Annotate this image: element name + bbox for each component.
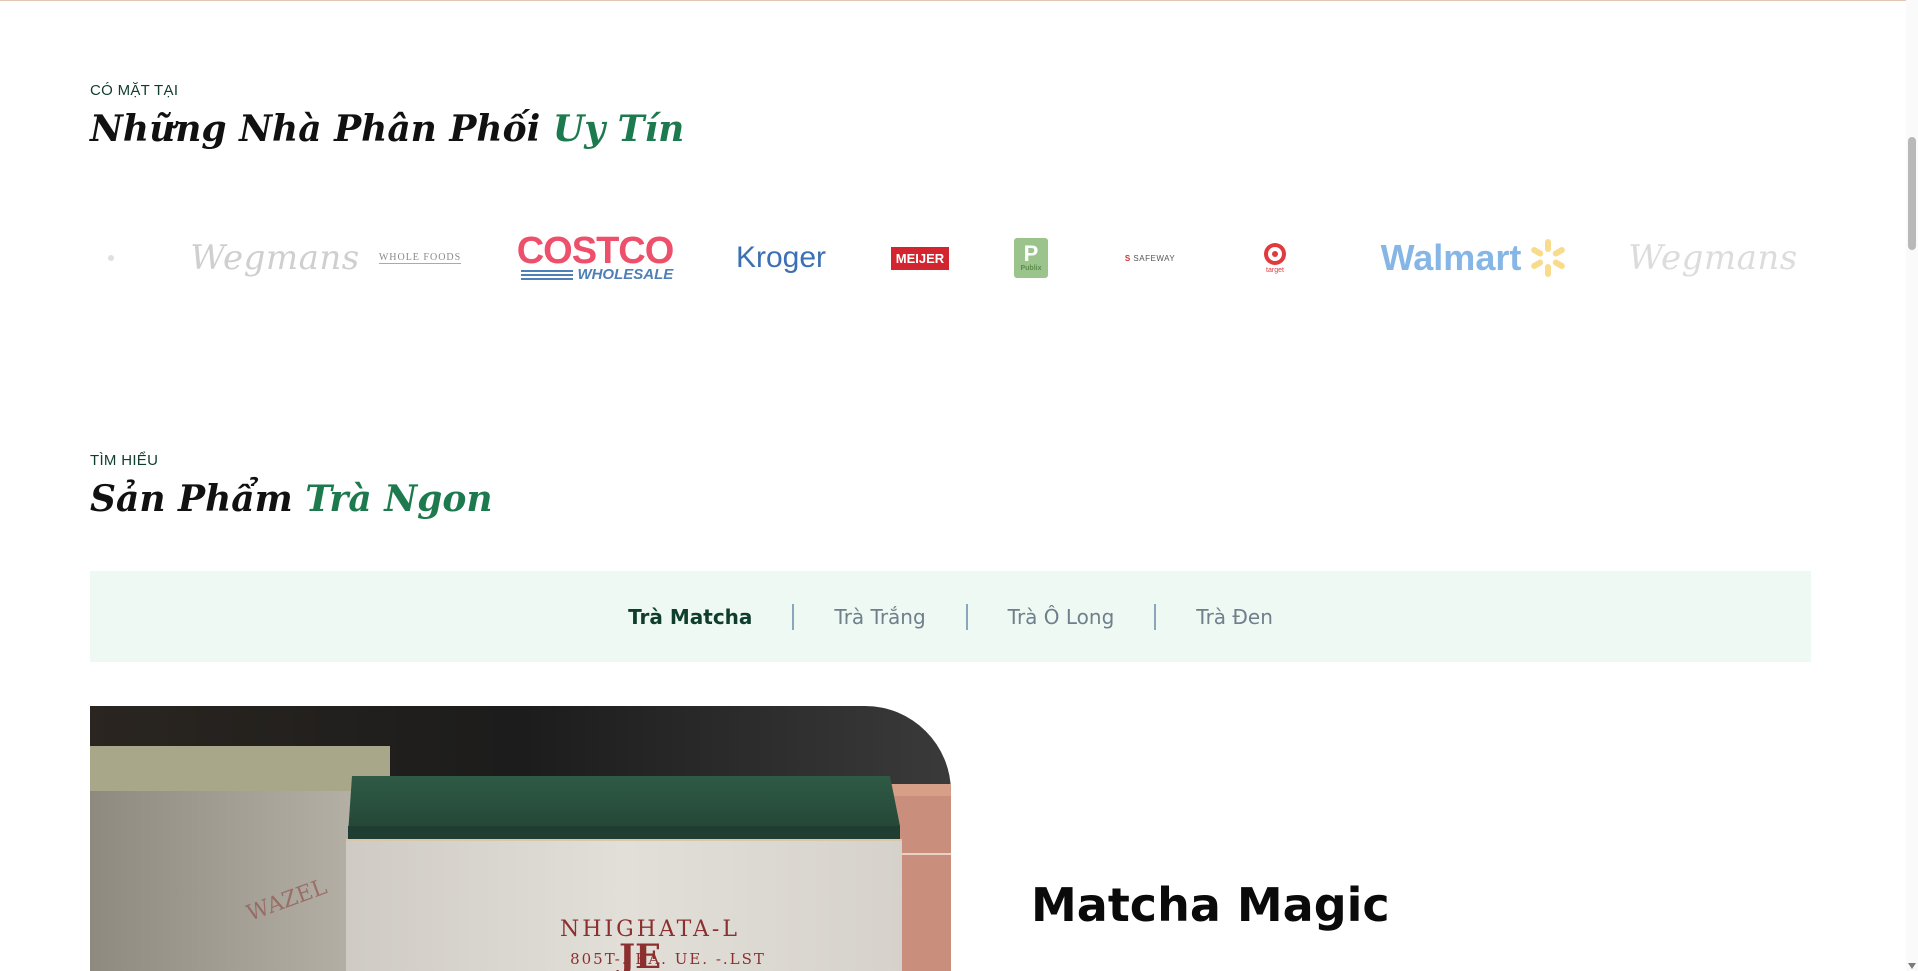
featured-product-title: Matcha Magic bbox=[1031, 878, 1390, 932]
distributors-heading: Những Nhà Phân Phối Uy Tín bbox=[90, 108, 684, 150]
distributors-heading-main: Những Nhà Phân Phối bbox=[90, 108, 541, 150]
kroger-wordmark: Kroger bbox=[735, 241, 827, 274]
logo-safeway[interactable]: S SAFEWAY bbox=[1120, 222, 1180, 294]
costco-logo: COSTCO WHOLESALE bbox=[516, 230, 675, 283]
target-logo: target bbox=[1264, 242, 1286, 274]
logo-meijer[interactable]: MEIJER bbox=[890, 222, 950, 294]
scrollbar-thumb[interactable] bbox=[1908, 137, 1916, 250]
logo-kroger[interactable]: Kroger bbox=[736, 222, 826, 294]
distributors-eyebrow: CÓ MẶT TẠI bbox=[90, 82, 179, 99]
safeway-s-icon: S bbox=[1124, 253, 1131, 263]
scroll-down-arrow-icon[interactable] bbox=[1908, 963, 1916, 969]
logo-publix[interactable]: P Publix bbox=[1011, 222, 1051, 294]
publix-letter: P bbox=[1023, 241, 1039, 266]
meijer-wordmark: MEIJER bbox=[890, 246, 950, 270]
product-photo: WAZEL NHIGHATA-L 805T-. EA. UE. -.LST JE bbox=[90, 706, 951, 971]
target-bullseye-icon bbox=[1264, 242, 1286, 265]
logo-wegmans[interactable]: Wegmans bbox=[190, 222, 359, 294]
products-heading: Sản Phẩm Trà Ngon bbox=[90, 478, 493, 520]
safeway-label: SAFEWAY bbox=[1133, 253, 1176, 263]
partial-logo-left bbox=[96, 222, 126, 294]
logo-walmart[interactable]: Walmart bbox=[1375, 222, 1575, 294]
partial-logo-mark bbox=[108, 255, 114, 261]
costco-stripes bbox=[521, 270, 574, 280]
wegmans-wordmark-repeat: Wegmans bbox=[1628, 238, 1798, 278]
tab-tra-den[interactable]: Trà Đen bbox=[1156, 605, 1313, 629]
logo-target[interactable]: target bbox=[1250, 222, 1300, 294]
products-heading-main: Sản Phẩm bbox=[90, 478, 293, 520]
publix-label: Publix bbox=[1020, 265, 1042, 272]
costco-subline: WHOLESALE bbox=[521, 266, 674, 283]
logo-costco[interactable]: COSTCO WHOLESALE bbox=[510, 222, 680, 294]
tab-tra-o-long[interactable]: Trà Ô Long bbox=[968, 605, 1155, 629]
walmart-spark-icon bbox=[1531, 239, 1566, 277]
products-heading-accent: Trà Ngon bbox=[305, 478, 493, 520]
walmart-wordmark: Walmart bbox=[1380, 237, 1522, 278]
logo-wegmans-repeat[interactable]: Wegmans bbox=[1628, 222, 1797, 294]
products-eyebrow: TÌM HIỂU bbox=[90, 452, 159, 469]
costco-wholesale-label: WHOLESALE bbox=[577, 266, 674, 283]
top-border bbox=[0, 0, 1918, 1]
publix-badge: P Publix bbox=[1014, 238, 1048, 278]
distributors-heading-accent: Uy Tín bbox=[552, 108, 685, 150]
whole-foods-wordmark: WHOLE FOODS bbox=[378, 252, 462, 264]
tab-tra-trang[interactable]: Trà Trắng bbox=[794, 605, 965, 629]
product-category-tabs: Trà Matcha Trà Trắng Trà Ô Long Trà Đen bbox=[90, 571, 1811, 662]
tea-tins-illustration: WAZEL NHIGHATA-L 805T-. EA. UE. -.LST JE bbox=[90, 706, 951, 971]
target-label: target bbox=[1266, 266, 1284, 274]
costco-wordmark: COSTCO bbox=[516, 230, 675, 272]
distributor-logos-strip: Wegmans WHOLE FOODS COSTCO WHOLESALE Kro… bbox=[90, 222, 1810, 294]
page-scrollbar[interactable] bbox=[1906, 0, 1918, 971]
tab-tra-matcha[interactable]: Trà Matcha bbox=[588, 605, 792, 629]
tin-label-line-text: 805T-. EA. UE. -.LST bbox=[570, 950, 766, 968]
tin-label-mark: JE bbox=[616, 937, 661, 971]
wegmans-wordmark: Wegmans bbox=[190, 238, 360, 278]
logo-whole-foods[interactable]: WHOLE FOODS bbox=[378, 222, 462, 294]
safeway-wordmark: S SAFEWAY bbox=[1125, 254, 1175, 263]
